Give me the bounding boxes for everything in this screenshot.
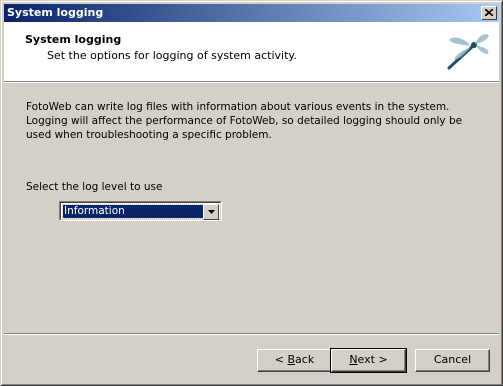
title-bar[interactable]: System logging: [4, 4, 499, 22]
log-level-select[interactable]: Information: [59, 201, 222, 221]
next-button-mnemonic: N: [349, 353, 358, 366]
back-button-mnemonic: B: [287, 353, 296, 366]
header-subtitle: Set the options for logging of system ac…: [47, 49, 297, 62]
log-level-label: Select the log level to use: [26, 181, 163, 193]
chevron-down-icon: [208, 210, 215, 214]
log-level-dropdown-button[interactable]: [203, 204, 219, 220]
back-button-prefix: <: [274, 353, 288, 366]
dragonfly-icon: [447, 34, 489, 70]
log-level-value: Information: [62, 204, 205, 219]
header-divider-highlight: [4, 82, 499, 83]
wizard-window: System logging System logging Set the op…: [0, 0, 503, 386]
back-button[interactable]: < Back: [257, 349, 332, 372]
log-level-select-frame: Information: [60, 202, 221, 220]
wizard-header: System logging Set the options for loggi…: [4, 22, 499, 81]
close-button[interactable]: [481, 6, 497, 20]
description-text: FotoWeb can write log files with informa…: [26, 101, 463, 141]
header-title: System logging: [25, 33, 122, 46]
next-button-label: ext >: [357, 353, 388, 366]
window-title: System logging: [7, 6, 104, 19]
cancel-button[interactable]: Cancel: [415, 349, 490, 372]
footer-divider-highlight: [4, 334, 499, 335]
back-button-label: ack: [295, 353, 315, 366]
close-icon: [485, 9, 493, 16]
next-button[interactable]: Next >: [330, 348, 407, 373]
